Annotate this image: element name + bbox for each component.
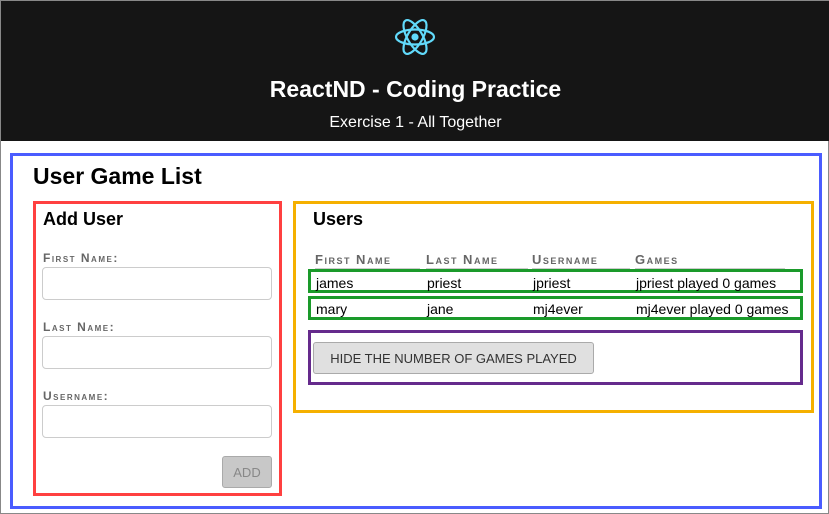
last-name-input[interactable] (42, 336, 272, 369)
cell-username: mj4ever (533, 301, 583, 317)
hide-games-played-button[interactable]: HIDE THE NUMBER OF GAMES PLAYED (313, 342, 594, 374)
column-header-username: Username (532, 252, 630, 270)
app-header: ReactND - Coding Practice Exercise 1 - A… (1, 1, 829, 141)
cell-games: mj4ever played 0 games (636, 301, 789, 317)
column-header-last-name: Last Name (426, 252, 528, 270)
last-name-label: Last Name: (43, 320, 116, 334)
cell-last-name: jane (427, 301, 454, 317)
add-button[interactable]: ADD (222, 456, 272, 488)
column-header-games: Games (635, 252, 785, 270)
cell-username: jpriest (533, 275, 571, 291)
page-title: User Game List (33, 163, 202, 189)
cell-last-name: priest (427, 275, 462, 291)
column-header-first-name: First Name (315, 252, 420, 270)
first-name-input[interactable] (42, 267, 272, 300)
cell-games: jpriest played 0 games (636, 275, 777, 291)
username-input[interactable] (42, 405, 272, 438)
react-atom-icon (394, 19, 436, 55)
app-subtitle: Exercise 1 - All Together (329, 114, 502, 131)
users-title: Users (313, 209, 364, 229)
first-name-label: First Name: (43, 251, 119, 265)
add-user-title: Add User (43, 209, 124, 229)
cell-first-name: james (316, 275, 354, 291)
username-label: Username: (43, 389, 110, 403)
cell-first-name: mary (316, 301, 348, 317)
app-title: ReactND - Coding Practice (269, 76, 562, 102)
